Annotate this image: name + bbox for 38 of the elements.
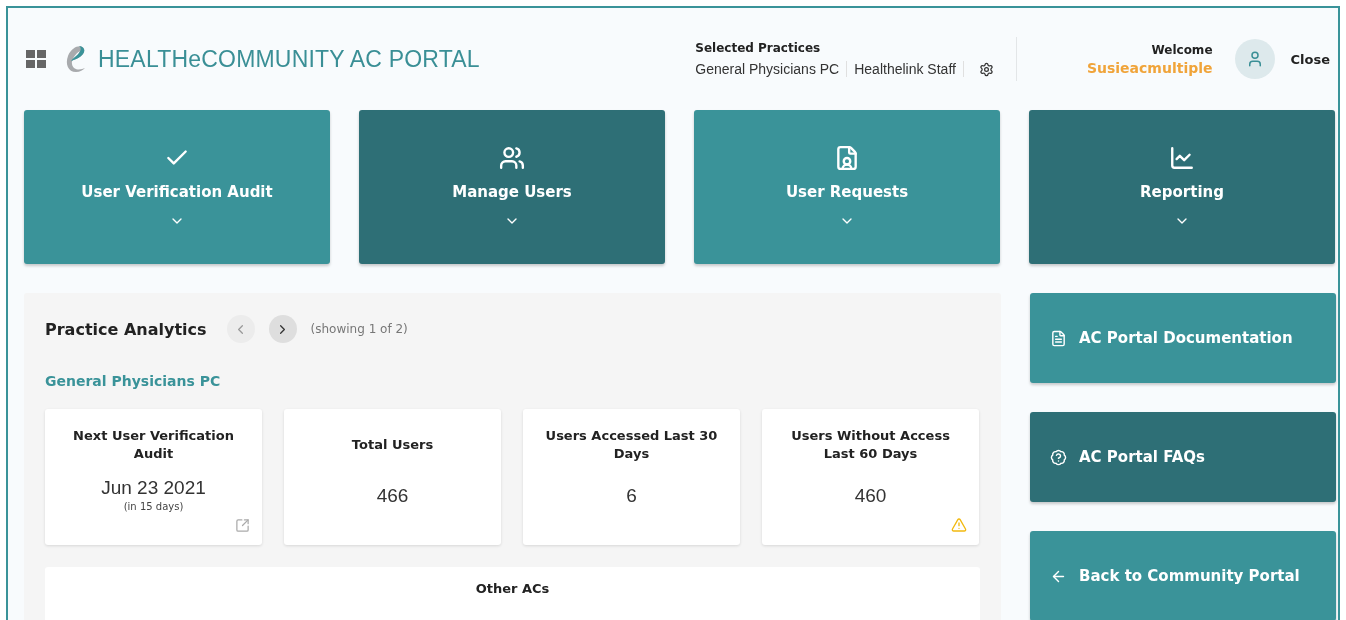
stat-value: 6 [626,485,637,507]
practice-name: General Physicians PC [695,61,848,77]
apps-grid-icon[interactable] [26,50,46,68]
stat-label: Total Users [351,436,434,454]
help-icon [1050,448,1067,466]
menu-tile[interactable]: Reporting [1029,110,1335,264]
users-icon [499,145,525,171]
menu-tile[interactable]: Manage Users [359,110,665,264]
practice-heading: General Physicians PC [45,373,222,389]
document-person-icon [834,145,860,171]
welcome-label: Welcome [1151,42,1213,57]
stat-value: 460 [854,485,887,507]
settings-icon[interactable] [978,61,994,77]
menu-tile[interactable]: User Verification Audit [24,110,330,264]
page-indicator: (showing 1 of 2) [310,322,408,336]
stat-label: Users Without Access Last 60 Days [790,427,951,463]
stat-label: Users Accessed Last 30 Days [544,427,719,463]
link-button[interactable]: Back to Community Portal [1030,531,1336,620]
practice-name: Healthelink Staff [847,61,964,77]
chart-icon [1169,145,1195,171]
stat-note: (in 15 days) [123,501,184,512]
external-link-icon[interactable] [235,518,250,533]
user-name: Susieacmultiple [1086,59,1213,76]
other-acs-title: Other ACs [475,581,550,598]
panel-title: Practice Analytics [45,319,207,339]
next-button[interactable] [268,315,297,343]
practices-label: Selected Practices [695,41,822,55]
link-button[interactable]: AC Portal Documentation [1030,293,1336,383]
document-icon [1050,329,1067,347]
stat-value: Jun 23 2021 [101,477,206,499]
link-button[interactable]: AC Portal FAQs [1030,412,1336,502]
menu-tile[interactable]: User Requests [694,110,1000,264]
portal-title: HEALTHeCOMMUNITY AC PORTAL [98,45,480,73]
stat-value: 466 [376,485,409,507]
warning-icon [951,517,967,533]
close-button[interactable]: Close [1290,51,1330,67]
avatar[interactable] [1234,39,1275,79]
stat-label: Next User Verification Audit [72,427,235,463]
